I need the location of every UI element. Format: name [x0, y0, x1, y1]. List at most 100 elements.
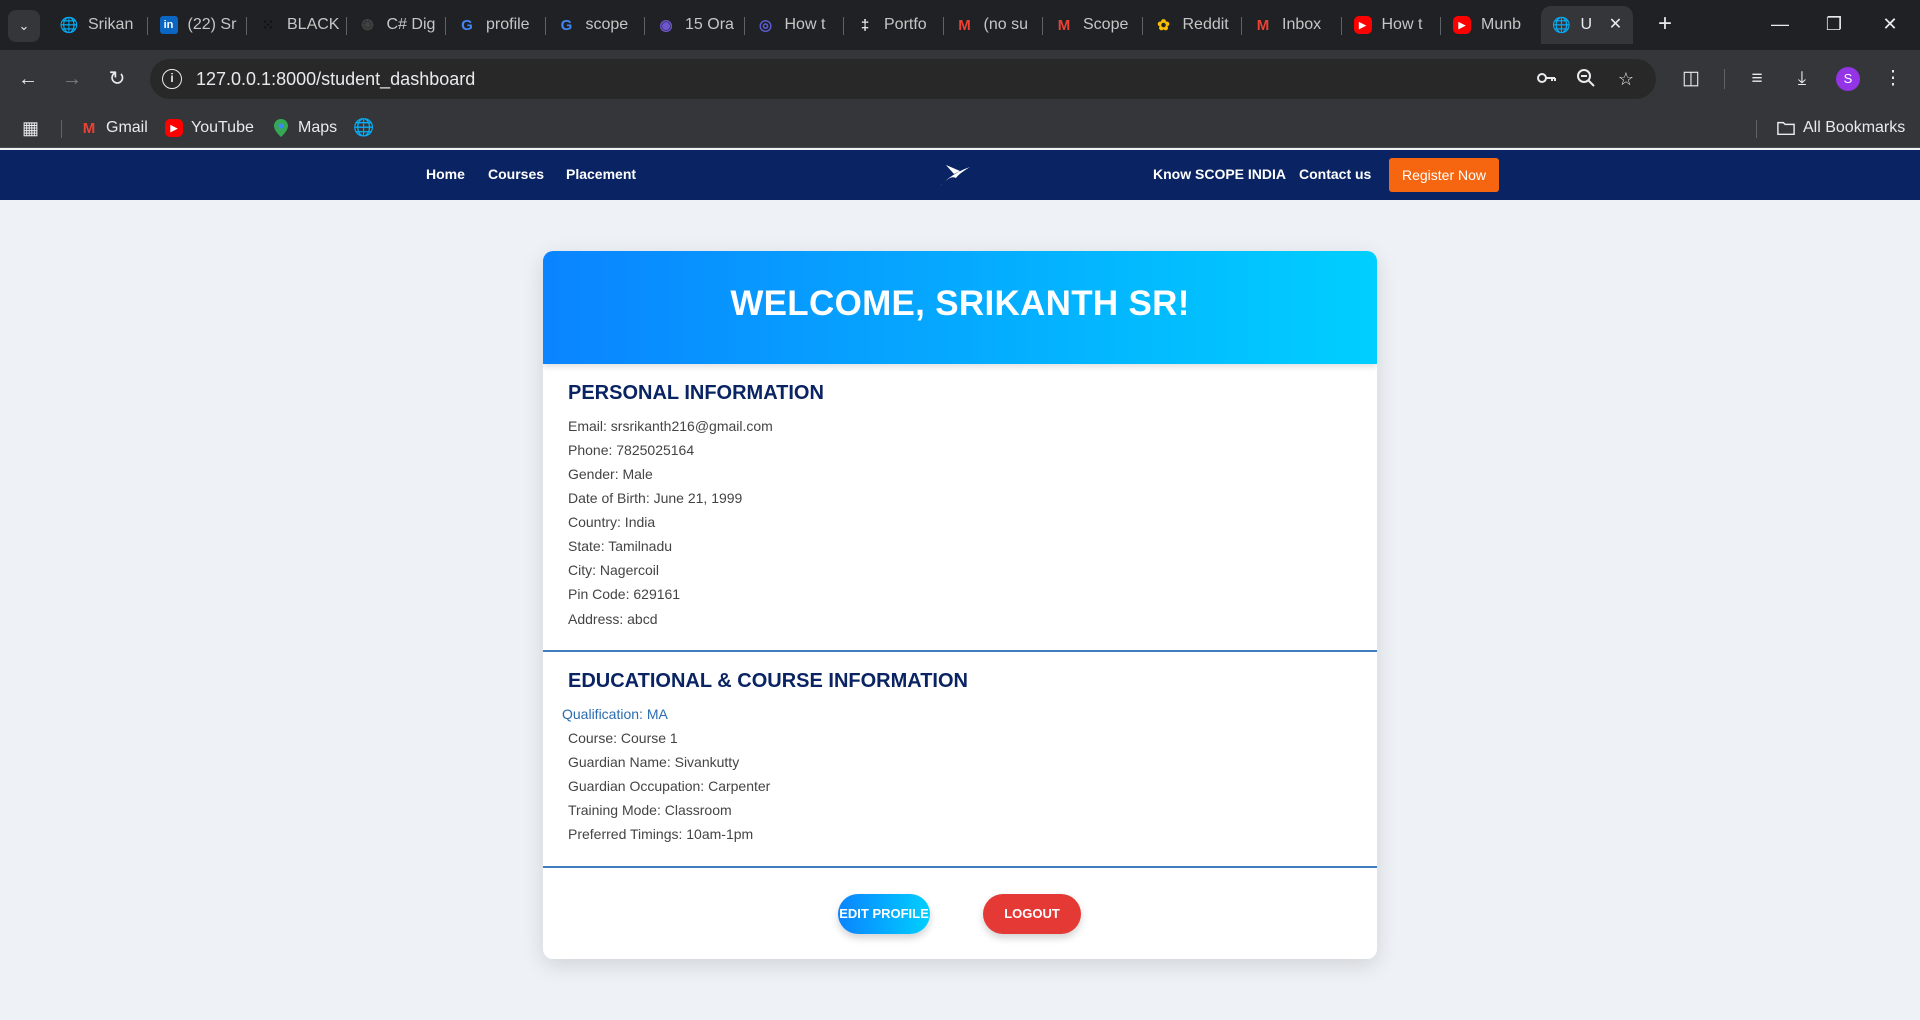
bookmark-youtube[interactable]: ▶ YouTube — [165, 116, 254, 140]
browser-tab[interactable]: ▶ Munb — [1441, 6, 1541, 44]
browser-tab[interactable]: M (no su — [944, 6, 1044, 44]
restore-button[interactable]: ❐ — [1822, 12, 1846, 36]
globe-icon: 🌐 — [1552, 17, 1571, 34]
browser-tab[interactable]: M Inbox — [1242, 6, 1342, 44]
gmail-icon: M — [958, 16, 971, 34]
tab-search-button[interactable]: ⌄ — [8, 10, 40, 42]
info-phone: Phone: 7825025164 — [568, 442, 695, 458]
close-tab-icon[interactable]: ✕ — [1607, 16, 1625, 34]
toolbar-separator — [1724, 69, 1725, 89]
media-control-icon[interactable]: ≡ — [1743, 65, 1771, 93]
apps-button[interactable]: ▦ — [22, 116, 39, 140]
student-dashboard-card: WELCOME, SRIKANTH SR! PERSONAL INFORMATI… — [543, 251, 1377, 959]
profile-avatar[interactable]: S — [1836, 67, 1860, 91]
nav-home[interactable]: Home — [426, 166, 465, 182]
menu-icon[interactable]: ⋮ — [1879, 65, 1907, 93]
info-guardian-occupation: Guardian Occupation: Carpenter — [568, 778, 771, 794]
google-icon: G — [461, 16, 473, 34]
browser-tab[interactable]: ◎ How t — [745, 6, 845, 44]
gmail-icon: M — [82, 119, 96, 137]
minimize-button[interactable]: — — [1768, 12, 1792, 36]
bookmark-maps[interactable]: Maps — [272, 116, 337, 140]
info-country: Country: India — [568, 514, 656, 530]
register-now-button[interactable]: Register Now — [1389, 158, 1499, 192]
dots-icon: ⁙ — [261, 17, 275, 34]
apps-grid-icon: ▦ — [22, 117, 40, 138]
info-dob: Date of Birth: June 21, 1999 — [568, 490, 743, 506]
all-bookmarks-label: All Bookmarks — [1803, 119, 1906, 136]
info-city: City: Nagercoil — [568, 562, 660, 578]
bookmarks-bar: ▦ M Gmail ▶ YouTube Maps 🌐 All Bookmarks — [0, 108, 1920, 148]
bookmark-gmail[interactable]: M Gmail — [80, 116, 148, 140]
edit-profile-button[interactable]: EDIT PROFILE — [838, 894, 930, 934]
browser-tab[interactable]: Gscope — [546, 6, 646, 44]
site-info-icon[interactable]: i — [162, 69, 182, 89]
all-bookmarks-button[interactable]: All Bookmarks — [1777, 116, 1905, 140]
address-bar[interactable]: i 127.0.0.1:8000/student_dashboard ☆ — [150, 59, 1656, 99]
linkedin-icon: in — [159, 16, 178, 34]
nav-placement[interactable]: Placement — [566, 166, 636, 182]
browser-tab[interactable]: M Scope — [1043, 6, 1143, 44]
zoom-icon[interactable] — [1574, 67, 1598, 91]
logout-button[interactable]: LOGOUT — [983, 894, 1081, 934]
browser-tab[interactable]: ‡ Portfo — [844, 6, 944, 44]
openai-icon: ֎ — [361, 17, 374, 34]
forward-button[interactable]: → — [56, 63, 88, 95]
section-divider — [543, 866, 1377, 868]
nav-contact-us[interactable]: Contact us — [1299, 166, 1371, 182]
nav-know-scope-india[interactable]: Know SCOPE INDIA — [1153, 166, 1286, 182]
education-info-title: EDUCATIONAL & COURSE INFORMATION — [568, 670, 968, 692]
arrow-left-icon: ← — [18, 68, 38, 90]
browser-tab[interactable]: 🌐 Srikan — [48, 6, 148, 44]
url-text[interactable]: 127.0.0.1:8000/student_dashboard — [196, 69, 475, 90]
tab-title: (no su — [983, 16, 1028, 33]
welcome-title: WELCOME, SRIKANTH SR! — [730, 284, 1190, 323]
info-training-mode: Training Mode: Classroom — [568, 802, 732, 818]
welcome-header: WELCOME, SRIKANTH SR! — [543, 251, 1377, 364]
tab-title: Portfo — [884, 16, 927, 33]
bookmark-label: Gmail — [106, 119, 148, 136]
key-icon[interactable] — [1534, 67, 1558, 91]
tab-title: Inbox — [1282, 16, 1322, 33]
restore-icon: ❐ — [1825, 14, 1843, 34]
close-window-button[interactable]: ✕ — [1878, 12, 1902, 36]
browser-tab-strip: ⌄ 🌐 Srikan in (22) Sr ⁙ BLACK ֎ C# Dig Gprofile G… — [0, 0, 1920, 50]
close-icon: ✕ — [1882, 14, 1898, 34]
browser-tab[interactable]: ⁙ BLACK — [247, 6, 347, 44]
new-tab-button[interactable]: + — [1651, 11, 1679, 39]
gmail-icon: M — [1057, 16, 1071, 34]
tab-title: Scope — [1083, 16, 1129, 33]
bookmark-star-icon[interactable]: ☆ — [1614, 67, 1638, 91]
youtube-icon: ▶ — [1453, 16, 1471, 34]
tab-title: Srikan — [88, 16, 134, 33]
info-email: Email: srsrikanth216@gmail.com — [568, 418, 773, 434]
bookmark-globe[interactable]: 🌐 — [353, 116, 381, 140]
browser-tab[interactable]: in (22) Sr — [148, 6, 248, 44]
info-pin-code: Pin Code: 629161 — [568, 586, 681, 602]
active-browser-tab[interactable]: 🌐 U ✕ — [1540, 6, 1633, 44]
reload-icon: ↻ — [108, 68, 126, 90]
reload-button[interactable]: ↻ — [101, 63, 133, 95]
maps-icon — [272, 119, 290, 137]
site-logo[interactable] — [938, 162, 972, 188]
browser-tab[interactable]: ▶ How t — [1342, 6, 1442, 44]
bookmark-label: Maps — [298, 119, 338, 136]
tab-title: Reddit — [1182, 16, 1229, 33]
browser-tab[interactable]: Gprofile — [446, 6, 546, 44]
info-address: Address: abcd — [568, 611, 658, 627]
tab-title: (22) Sr — [187, 16, 237, 33]
info-qualification: Qualification: MA — [562, 706, 668, 722]
globe-icon: 🌐 — [59, 17, 79, 34]
browser-tab[interactable]: ֎ C# Dig — [347, 6, 447, 44]
tab-title: scope — [585, 16, 629, 33]
browser-tab[interactable]: ◉ 15 Ora — [645, 6, 745, 44]
plus-icon: + — [1657, 10, 1672, 37]
extensions-icon[interactable]: ◫ — [1677, 65, 1705, 93]
tab-title: Munb — [1481, 16, 1522, 33]
browser-tab[interactable]: ✿ Reddit — [1143, 6, 1243, 44]
back-button[interactable]: ← — [12, 63, 44, 95]
download-icon[interactable]: ⤓ — [1788, 65, 1816, 93]
nav-courses[interactable]: Courses — [488, 166, 544, 182]
tab-list: 🌐 Srikan in (22) Sr ⁙ BLACK ֎ C# Dig Gprofile Gsc… — [48, 6, 1633, 44]
info-guardian-name: Guardian Name: Sivankutty — [568, 754, 740, 770]
